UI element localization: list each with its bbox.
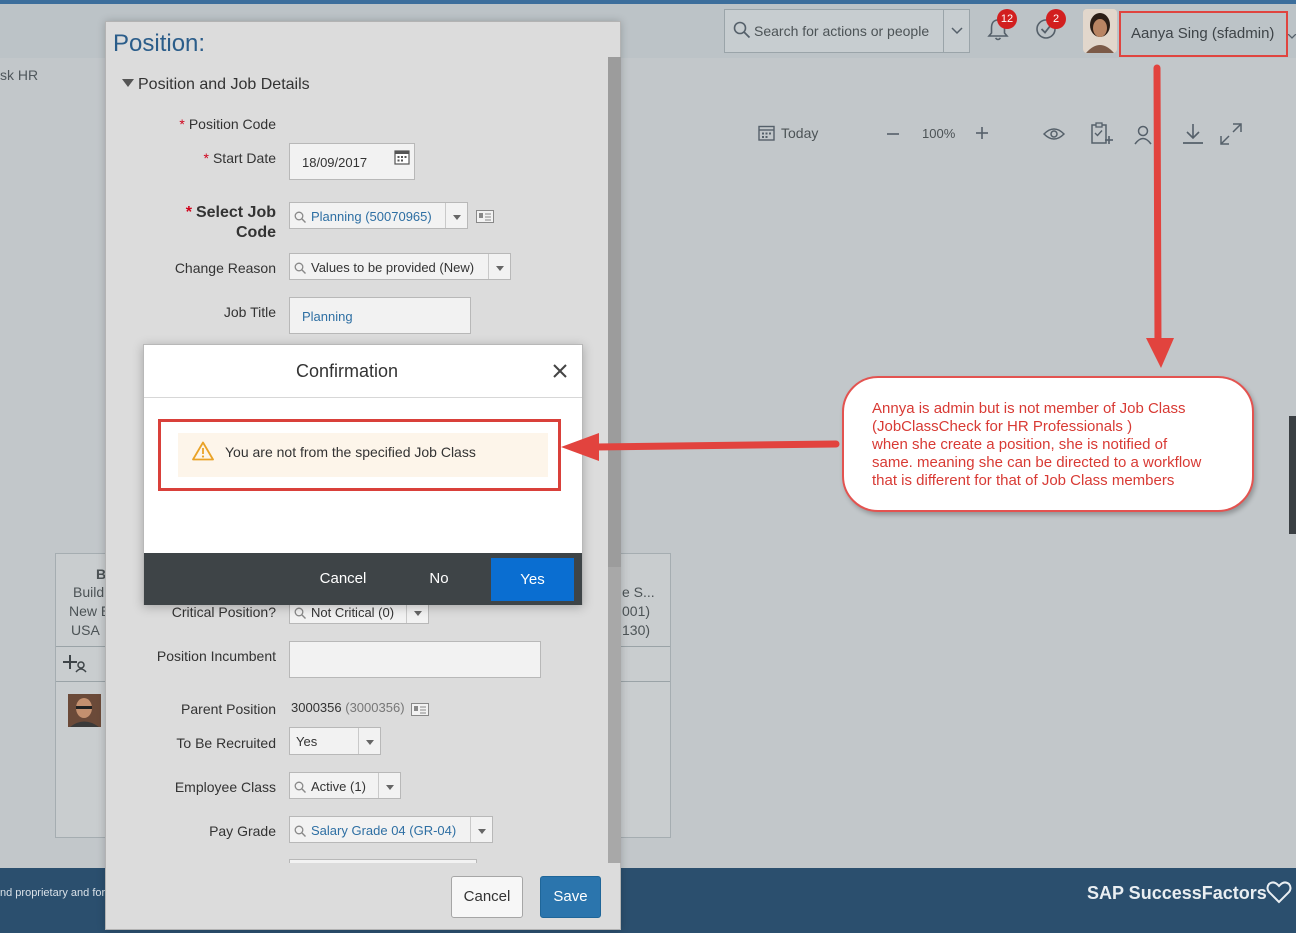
callout-text: Annya is admin but is not member of Job … bbox=[872, 400, 1242, 490]
callout-line: same. meaning she can be directed to a w… bbox=[872, 454, 1202, 471]
callout-line: when she create a position, she is notif… bbox=[872, 436, 1168, 453]
side-panel-edge bbox=[1289, 416, 1296, 534]
callout-line: (JobClassCheck for HR Professionals ) bbox=[872, 418, 1133, 435]
callout-line: Annya is admin but is not member of Job … bbox=[872, 400, 1186, 417]
annotation-callout: Annya is admin but is not member of Job … bbox=[842, 376, 1254, 512]
callout-line: that is different for that of Job Class … bbox=[872, 472, 1175, 489]
